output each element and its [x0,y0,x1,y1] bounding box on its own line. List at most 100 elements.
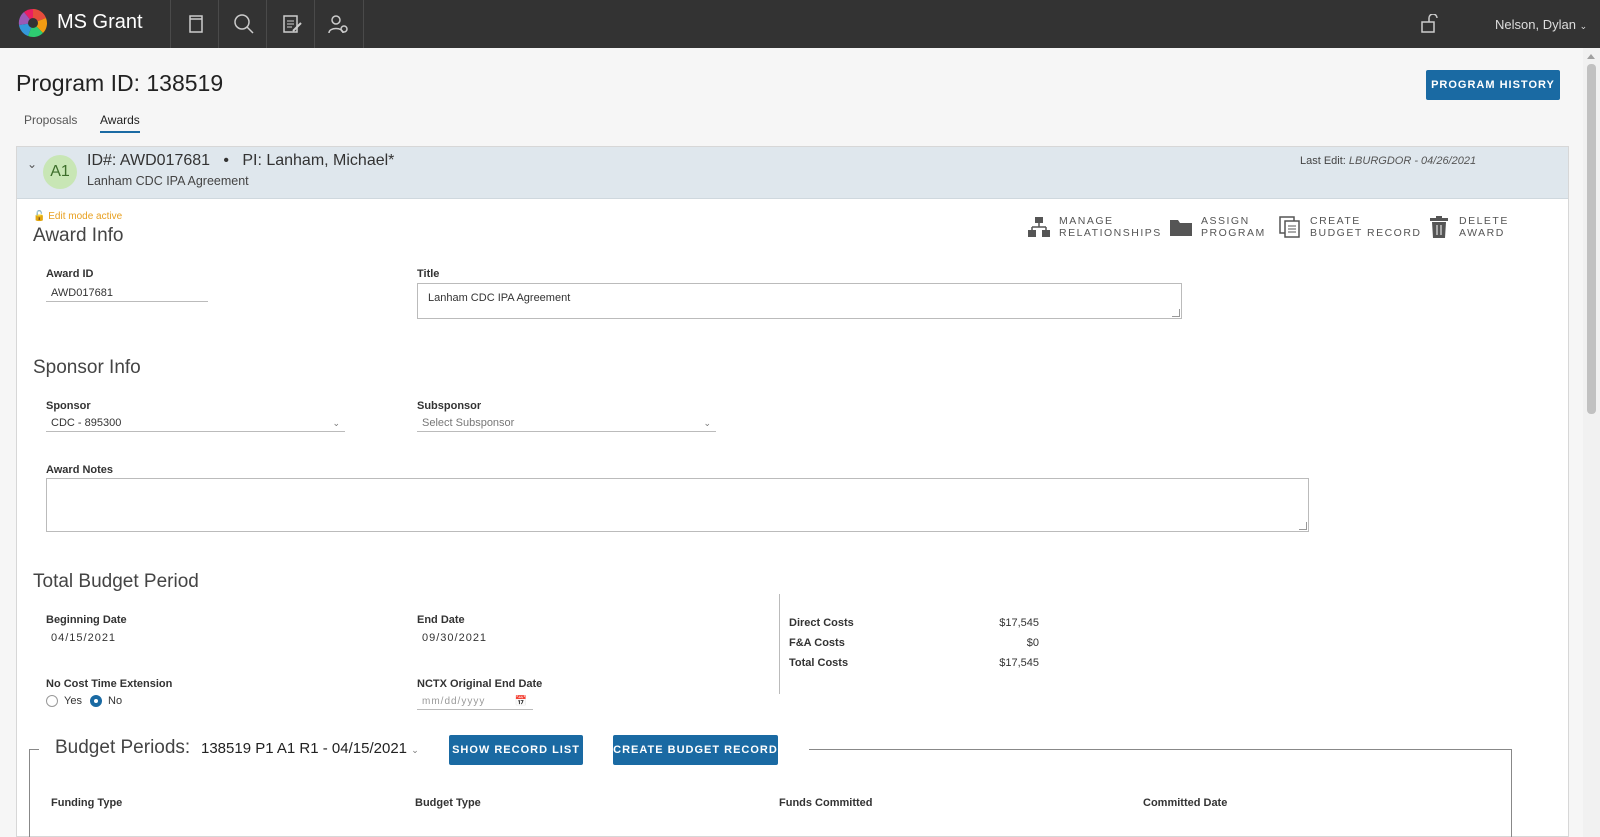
award-id-label: Award ID [46,268,94,280]
chevron-down-icon: ⌄ [1579,21,1588,31]
tab-proposals[interactable]: Proposals [24,113,77,131]
subsponsor-label: Subsponsor [417,400,482,412]
create-budget-record-label: CREATE BUDGET RECORD [1310,215,1422,239]
delete-award-button[interactable]: DELETE AWARD [1427,215,1509,239]
committed-date-label: Committed Date [1143,797,1228,809]
nce-no-radio[interactable]: No [90,695,122,707]
fa-costs-value: $0 [1026,637,1039,649]
chevron-down-icon: ⌄ [703,417,711,428]
unlock-small-icon: 🔓 [33,211,46,222]
nav-documents-button[interactable] [170,0,220,48]
unlock-icon[interactable] [1420,14,1438,34]
calendar-icon[interactable]: 📅 [515,696,528,707]
top-navigation-bar: MS Grant Nelson, Dylan ⌄ [0,0,1600,48]
nav-search-button[interactable] [218,0,268,48]
radio-checked-icon [90,695,102,707]
last-edit-value: LBURGDOR - 04/26/2021 [1348,155,1477,167]
assign-program-label: ASSIGN PROGRAM [1201,215,1266,239]
costs-divider [779,594,780,694]
title-label: Title [417,268,440,280]
total-costs-label: Total Costs [789,657,849,669]
nce-yes-radio[interactable]: Yes [46,695,82,707]
nce-yes-label: Yes [64,695,82,707]
resize-handle[interactable] [1299,522,1307,530]
last-edit: Last Edit: LBURGDOR - 04/26/2021 [1300,155,1476,167]
fa-costs-label: F&A Costs [789,637,845,649]
award-header[interactable]: ⌄ A1 ID#: AWD017681 • PI: Lanham, Michae… [17,147,1568,199]
award-id: ID#: AWD017681 [87,152,211,169]
hierarchy-icon [1028,217,1050,237]
award-avatar: A1 [43,155,77,189]
sponsor-label: Sponsor [46,400,91,412]
nav-user-settings-button[interactable] [314,0,364,48]
search-icon [233,14,254,34]
total-budget-period-title: Total Budget Period [33,571,199,592]
budget-period-select[interactable]: 138519 P1 A1 R1 - 04/15/2021 ⌄ [201,740,419,757]
last-edit-label: Last Edit: [1300,155,1346,167]
budget-period-selected: 138519 P1 A1 R1 - 04/15/2021 [201,740,408,757]
show-record-list-button[interactable]: SHOW RECORD LIST [449,735,583,765]
end-date-label: End Date [417,614,465,626]
award-id-line: ID#: AWD017681 • PI: Lanham, Michael* [87,152,394,170]
subsponsor-select[interactable]: Select Subsponsor ⌄ [417,415,716,432]
award-subtitle: Lanham CDC IPA Agreement [87,174,249,188]
award-notes-field[interactable] [46,478,1309,532]
separator-dot: • [214,152,238,169]
beginning-date-value[interactable]: 04/15/2021 [51,632,116,644]
budget-periods-title: Budget Periods: [55,737,191,758]
edit-mode-indicator: 🔓 Edit mode active [33,211,122,222]
user-menu[interactable]: Nelson, Dylan ⌄ [1495,17,1587,32]
program-history-button[interactable]: PROGRAM HISTORY [1426,70,1560,100]
nctx-end-date-input[interactable]: mm/dd/yyyy 📅 [417,694,533,710]
user-settings-icon [328,15,348,34]
sponsor-info-title: Sponsor Info [33,357,141,378]
title-field[interactable]: Lanham CDC IPA Agreement [417,283,1182,319]
title-value: Lanham CDC IPA Agreement [428,292,571,304]
folder-icon [1170,220,1192,236]
resize-handle[interactable] [1172,309,1180,317]
edit-list-icon [282,15,302,33]
funding-type-label: Funding Type [51,797,123,809]
subsponsor-placeholder: Select Subsponsor [422,417,515,429]
funds-committed-label: Funds Committed [779,797,873,809]
user-name: Nelson, Dylan [1495,17,1576,32]
assign-program-button[interactable]: ASSIGN PROGRAM [1169,215,1266,239]
award-info-title: Award Info [33,225,124,246]
tab-awards[interactable]: Awards [100,113,140,133]
award-pi: PI: Lanham, Michael* [242,152,395,169]
sponsor-select[interactable]: CDC - 895300 ⌄ [46,415,345,432]
radio-unchecked-icon [46,695,58,707]
total-costs-value: $17,545 [999,657,1039,669]
create-budget-record-button[interactable]: CREATE BUDGET RECORD [613,735,778,765]
manage-relationships-button[interactable]: MANAGE RELATIONSHIPS [1027,215,1162,239]
budget-type-label: Budget Type [415,797,481,809]
collapse-chevron-icon[interactable]: ⌄ [27,157,37,171]
no-cost-extension-label: No Cost Time Extension [46,678,173,690]
app-name: MS Grant [57,11,143,33]
app-logo-icon [18,8,48,38]
nav-edit-button[interactable] [266,0,316,48]
chevron-down-icon: ⌄ [332,417,340,428]
page-title: Program ID: 138519 [16,70,224,96]
direct-costs-label: Direct Costs [789,617,854,629]
edit-mode-label: Edit mode active [48,211,123,222]
end-date-value[interactable]: 09/30/2021 [422,632,487,644]
award-panel: ⌄ A1 ID#: AWD017681 • PI: Lanham, Michae… [16,146,1569,837]
manage-relationships-label: MANAGE RELATIONSHIPS [1059,215,1162,239]
document-icon [188,15,203,33]
beginning-date-label: Beginning Date [46,614,127,626]
nctx-placeholder: mm/dd/yyyy [422,696,486,707]
vertical-scrollbar[interactable] [1583,48,1600,837]
copy-icon [1279,216,1300,238]
nctx-end-date-label: NCTX Original End Date [417,678,543,690]
scrollbar-thumb[interactable] [1587,64,1596,414]
award-id-field[interactable] [46,285,208,302]
scroll-up-arrow-icon[interactable] [1587,54,1595,59]
award-notes-label: Award Notes [46,464,114,476]
direct-costs-value: $17,545 [999,617,1039,629]
chevron-down-icon: ⌄ [411,745,419,755]
sponsor-value: CDC - 895300 [51,417,122,429]
nce-no-label: No [108,695,123,707]
trash-icon [1430,216,1448,238]
create-budget-record-action[interactable]: CREATE BUDGET RECORD [1278,215,1421,239]
